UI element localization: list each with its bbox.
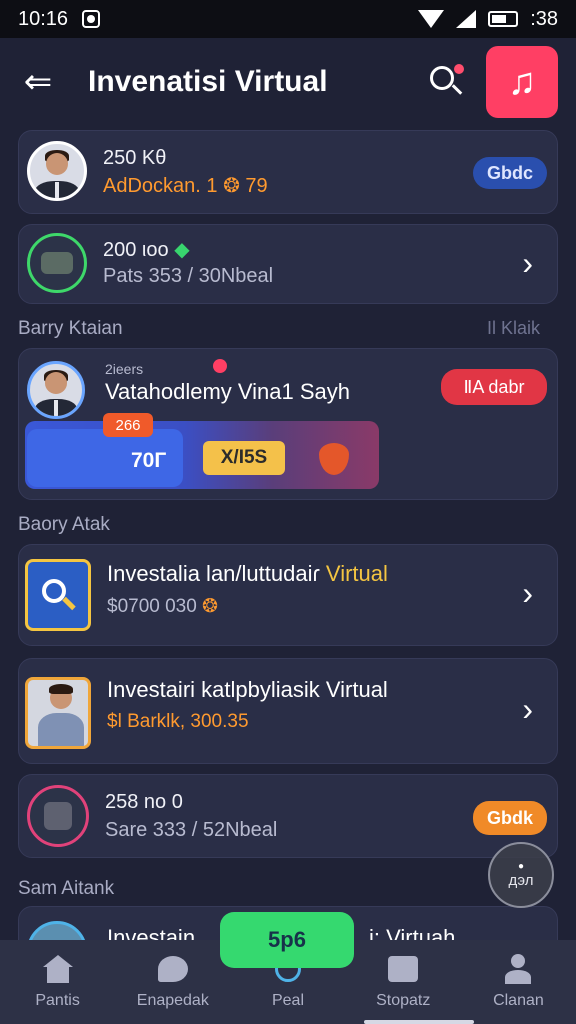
- nav-label: Stopatz: [376, 992, 431, 1009]
- page-title: Invenatisi Virtual: [88, 65, 328, 98]
- status-bar: 10:16 :38: [0, 0, 576, 38]
- search-icon: [430, 66, 454, 90]
- home-icon: [41, 954, 75, 984]
- app-header: ⇐ Invenatisi Virtual ♫: [0, 38, 576, 126]
- section-header: Baory Atak: [18, 514, 110, 535]
- coin-icon: ❂: [223, 175, 240, 197]
- card-subtitle: AdDockan. 1 ❂ 79: [103, 175, 268, 197]
- chat-icon: [156, 954, 190, 984]
- featured-card[interactable]: 2ieers Vatahodlemy Vina1 Sayh ⅡA dabr 26…: [18, 348, 558, 500]
- chip-label: 266: [103, 413, 153, 437]
- search-button[interactable]: [424, 60, 468, 104]
- list-item[interactable]: Investalia lan/luttudaiɾ Virtual $0700 0…: [18, 544, 558, 646]
- drop-icon: ●: [517, 861, 525, 872]
- stats-card[interactable]: 258 no 0 Sare 333 / 52Nbeal Gbdk: [18, 774, 558, 858]
- notification-dot: [454, 64, 464, 74]
- nav-label: Clanan: [493, 992, 544, 1009]
- coin-icon: ❂: [202, 596, 219, 617]
- battery-icon: [488, 11, 519, 27]
- status-time: 10:16: [18, 7, 69, 30]
- device-icon: [27, 785, 89, 847]
- status-badge[interactable]: Gbdc: [473, 157, 547, 189]
- status-badge[interactable]: Gbdk: [473, 801, 547, 835]
- gem-icon: ◆: [174, 239, 190, 261]
- profile-card[interactable]: 250 Kθ AdDockan. 1 ❂ 79 Gbdc: [18, 130, 558, 214]
- item-subtitle: $l Barklk, 300.35: [107, 711, 249, 732]
- card-value: 200 ιοο ◆: [103, 239, 190, 261]
- nav-item-clanan[interactable]: Clanan: [461, 940, 576, 1024]
- avatar: [27, 361, 85, 419]
- card-amount: 250 Kθ: [103, 147, 167, 169]
- floating-action-button[interactable]: ● дэл: [488, 842, 554, 908]
- music-note-icon: ♫: [507, 60, 537, 103]
- section-header: Barry Ktaian: [18, 318, 123, 339]
- nav-item-enapedak[interactable]: Enapedak: [115, 940, 230, 1024]
- section-header: Sam Aitank: [18, 878, 115, 899]
- magnifier-tile: [25, 559, 91, 631]
- controller-icon: [27, 233, 87, 293]
- item-title: Investairi katlpbyliasik Virtual: [107, 677, 388, 702]
- nav-item-stopatz[interactable]: Stopatz: [346, 940, 461, 1024]
- nav-label: Pantis: [35, 992, 80, 1009]
- card-title: Vatahodlemy Vina1 Sayh: [105, 379, 351, 404]
- score-chip: X/I5S: [203, 441, 285, 475]
- nav-label: Enapedak: [136, 992, 209, 1009]
- avatar: [25, 677, 91, 749]
- search-icon: [38, 575, 78, 615]
- wifi-icon: [418, 10, 445, 28]
- item-title: Investalia lan/luttudaiɾ Virtual: [107, 561, 388, 586]
- music-button[interactable]: ♫: [486, 46, 558, 118]
- value-text: 70Г: [131, 449, 167, 472]
- list-item[interactable]: Investairi katlpbyliasik Virtual $l Bark…: [18, 658, 558, 764]
- chevron-right-icon[interactable]: ›: [522, 691, 533, 728]
- face-icon: [386, 954, 420, 984]
- section-link[interactable]: Il Klaik: [487, 318, 540, 339]
- avatar: [27, 141, 87, 201]
- chevron-right-icon[interactable]: ›: [522, 575, 533, 612]
- profile-icon: [501, 954, 535, 984]
- back-arrow-icon[interactable]: ⇐: [18, 62, 58, 102]
- battery-text: :38: [530, 7, 558, 30]
- pin-icon: [213, 359, 227, 373]
- card-small-label: 2ieers: [105, 361, 144, 377]
- home-indicator: [364, 1020, 474, 1024]
- nav-label: Peal: [271, 992, 305, 1009]
- notification-icon: [82, 10, 101, 28]
- nav-item-pantis[interactable]: Pantis: [0, 940, 115, 1024]
- signal-icon: [456, 10, 477, 28]
- item-subtitle: $0700 030 ❂: [107, 596, 219, 617]
- chevron-right-icon[interactable]: ›: [522, 245, 533, 282]
- fab-label: дэл: [508, 872, 534, 889]
- action-badge[interactable]: ⅡA dabr: [441, 369, 547, 405]
- card-detail: Pats 353 / 30Nbeal: [103, 265, 274, 287]
- stats-card[interactable]: 200 ιοο ◆ Pats 353 / 30Nbeal ›: [18, 224, 558, 304]
- card-detail: Sare 333 / 52Nbeal: [105, 819, 278, 841]
- primary-action-button[interactable]: 5p6: [220, 912, 354, 968]
- card-value: 258 no 0: [105, 791, 183, 813]
